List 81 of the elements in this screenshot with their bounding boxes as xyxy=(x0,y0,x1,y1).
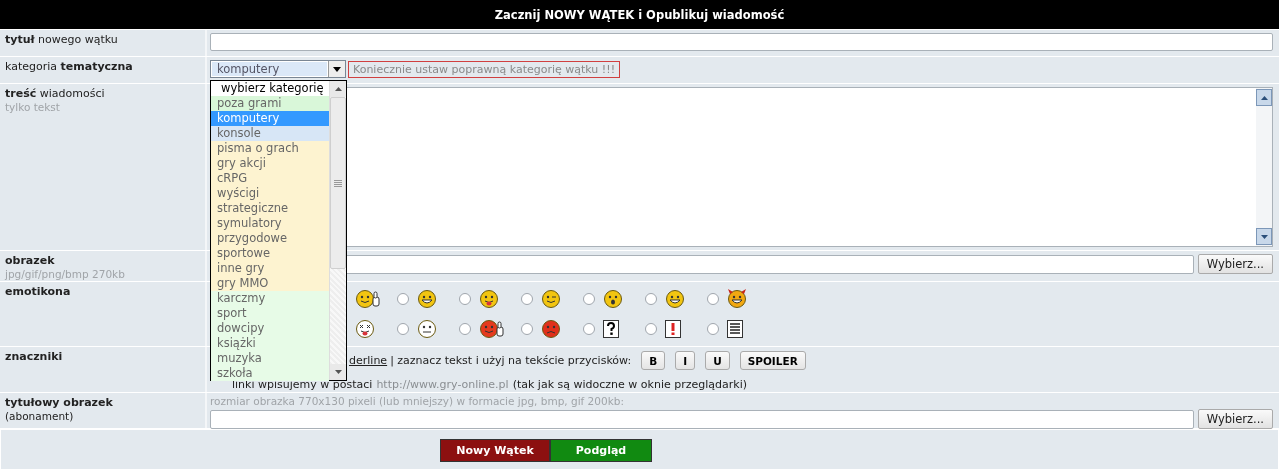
smiley-icon xyxy=(417,289,437,309)
scrollbar[interactable] xyxy=(329,81,346,380)
radio-button[interactable] xyxy=(583,293,595,305)
dropdown-option[interactable]: szkoła xyxy=(211,366,329,381)
dropdown-option[interactable]: muzyka xyxy=(211,351,329,366)
preview-button[interactable]: Podgląd xyxy=(550,439,652,462)
file-hint: rozmiar obrazka 770x130 pixeli (lub mniejszy) w formacie jpg, bmp, gif 200kb: xyxy=(210,395,625,407)
smiley-icon xyxy=(727,289,747,309)
field-label: tytuł nowego wątku xyxy=(5,33,119,47)
smiley-icon xyxy=(355,319,375,339)
browse-button[interactable]: Wybierz... xyxy=(1197,254,1273,274)
field-label: tytułowy obrazek xyxy=(5,396,114,410)
dropdown-option[interactable]: książki xyxy=(211,336,329,351)
radio-button[interactable] xyxy=(521,323,533,335)
dropdown-option[interactable]: symulatory xyxy=(211,216,329,231)
scroll-down-icon[interactable] xyxy=(1260,234,1268,239)
field-label: obrazek xyxy=(5,254,56,268)
field-note: tylko tekst xyxy=(5,101,61,114)
format-button[interactable]: B xyxy=(641,351,666,370)
dropdown-option[interactable]: sportowe xyxy=(211,246,329,261)
tags-instruction: | zaznacz tekst i użyj na tekście przycisków: xyxy=(390,354,632,367)
smiley-icon xyxy=(417,319,437,339)
format-button[interactable]: SPOILER xyxy=(739,351,806,370)
title-input[interactable] xyxy=(210,33,1273,51)
dropdown-option[interactable]: pisma o grach xyxy=(211,141,329,156)
smiley-icon xyxy=(603,289,623,309)
radio-button[interactable] xyxy=(645,293,657,305)
dropdown-option[interactable]: dowcipy xyxy=(211,321,329,336)
radio-button[interactable] xyxy=(521,293,533,305)
radio-button[interactable] xyxy=(645,323,657,335)
smiley-icon xyxy=(541,289,561,309)
dropdown-option[interactable]: komputery xyxy=(211,111,329,126)
exclamation-icon xyxy=(665,320,681,338)
field-note: jpg/gif/png/bmp 270kb xyxy=(5,268,126,281)
dropdown-option[interactable]: cRPG xyxy=(211,171,329,186)
category-select[interactable]: komputery xyxy=(210,60,346,78)
field-label: treść wiadomości xyxy=(5,87,106,101)
dropdown-option[interactable]: gry akcji xyxy=(211,156,329,171)
radio-button[interactable] xyxy=(459,323,471,335)
smiley-icon xyxy=(541,319,561,339)
links-instruction-note: (tak jak są widoczne w oknie przeglądarki) xyxy=(512,378,747,391)
browse-button[interactable]: Wybierz... xyxy=(1197,409,1273,429)
radio-button[interactable] xyxy=(397,293,409,305)
document-icon xyxy=(727,320,743,338)
underline-link[interactable]: derline xyxy=(349,354,388,367)
smiley-icon xyxy=(355,289,381,309)
radio-button[interactable] xyxy=(397,323,409,335)
form-title: Zacznij NOWY WĄTEK i Opublikuj wiadomość xyxy=(494,7,785,22)
file-path-input[interactable] xyxy=(210,409,1194,429)
radio-button[interactable] xyxy=(583,323,595,335)
url-example: http://www.gry-online.pl xyxy=(376,378,509,391)
field-label: znaczniki xyxy=(5,350,64,364)
dropdown-option[interactable]: przygodowe xyxy=(211,231,329,246)
question-icon xyxy=(603,320,619,338)
field-label: kategoria tematyczna xyxy=(5,60,134,74)
dropdown-option[interactable]: karczmy xyxy=(211,291,329,306)
radio-button[interactable] xyxy=(459,293,471,305)
field-label: emotikona xyxy=(5,285,72,299)
scroll-up-icon[interactable] xyxy=(1260,95,1268,100)
new-thread-button[interactable]: Nowy Wątek xyxy=(440,439,550,462)
format-button[interactable]: I xyxy=(675,351,696,370)
format-button[interactable]: U xyxy=(705,351,730,370)
warning-message: Koniecznie ustaw poprawną kategorię wątku !!! xyxy=(348,60,621,78)
dropdown-option[interactable]: gry MMO xyxy=(211,276,329,291)
field-note: (abonament) xyxy=(5,410,75,423)
dropdown-option[interactable]: poza grami xyxy=(211,96,329,111)
dropdown-option[interactable]: inne gry xyxy=(211,261,329,276)
smiley-icon xyxy=(479,319,505,339)
dropdown-option[interactable]: strategiczne xyxy=(211,201,329,216)
radio-button[interactable] xyxy=(707,323,719,335)
smiley-icon xyxy=(479,289,499,309)
radio-button[interactable] xyxy=(707,293,719,305)
dropdown-option[interactable]: wyścigi xyxy=(211,186,329,201)
dropdown-arrow-icon xyxy=(333,66,341,72)
scrollbar[interactable] xyxy=(1256,88,1272,246)
dropdown-option[interactable]: konsole xyxy=(211,126,329,141)
scroll-up-icon[interactable] xyxy=(334,87,342,91)
dropdown-option[interactable]: sport xyxy=(211,306,329,321)
scroll-grip-icon[interactable] xyxy=(334,179,342,187)
scroll-down-icon[interactable] xyxy=(334,370,342,374)
smiley-icon xyxy=(665,289,685,309)
